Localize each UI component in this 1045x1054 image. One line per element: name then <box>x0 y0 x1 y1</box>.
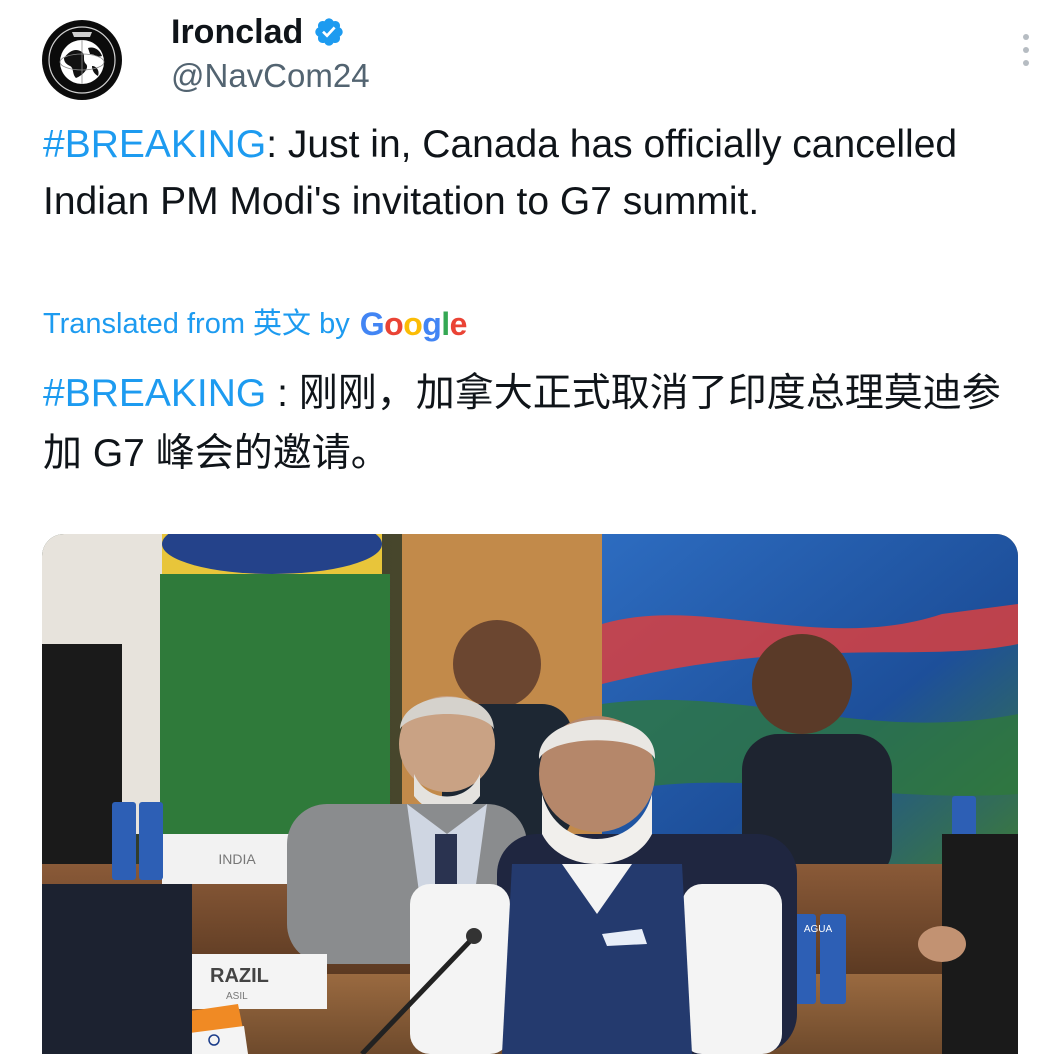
more-dot <box>1023 47 1029 53</box>
tweet-photo[interactable]: INDIA AGUA RAZIL ASIL <box>42 534 1018 1054</box>
name-card-india: INDIA <box>218 851 256 867</box>
summit-photo-image: INDIA AGUA RAZIL ASIL <box>42 534 1018 1054</box>
translated-from[interactable]: Translated from 英文 by Google <box>43 304 467 344</box>
display-name[interactable]: Ironclad <box>171 12 345 52</box>
google-logo: Google <box>359 306 468 342</box>
avatar[interactable] <box>42 20 122 100</box>
more-options-icon[interactable] <box>1016 34 1036 66</box>
name-card-brazil: RAZIL <box>210 965 269 987</box>
tweet-text: #BREAKING: Just in, Canada has officiall… <box>43 116 1003 230</box>
hashtag-link[interactable]: #BREAKING <box>43 123 266 166</box>
translated-hashtag-link[interactable]: #BREAKING <box>43 372 266 415</box>
name-card-brazil-sub: ASIL <box>226 991 248 1002</box>
user-handle[interactable]: @NavCom24 <box>171 56 370 96</box>
more-dot <box>1023 60 1029 66</box>
verified-badge-icon <box>315 18 343 46</box>
translated-label: Translated from 英文 by <box>43 308 350 340</box>
can-label: AGUA <box>804 924 833 935</box>
translated-text: #BREAKING : 刚刚，加拿大正式取消了印度总理莫迪参加 G7 峰会的邀请… <box>43 364 1003 484</box>
more-dot <box>1023 34 1029 40</box>
globe-emblem-icon <box>44 22 120 98</box>
display-name-text[interactable]: Ironclad <box>171 12 303 52</box>
